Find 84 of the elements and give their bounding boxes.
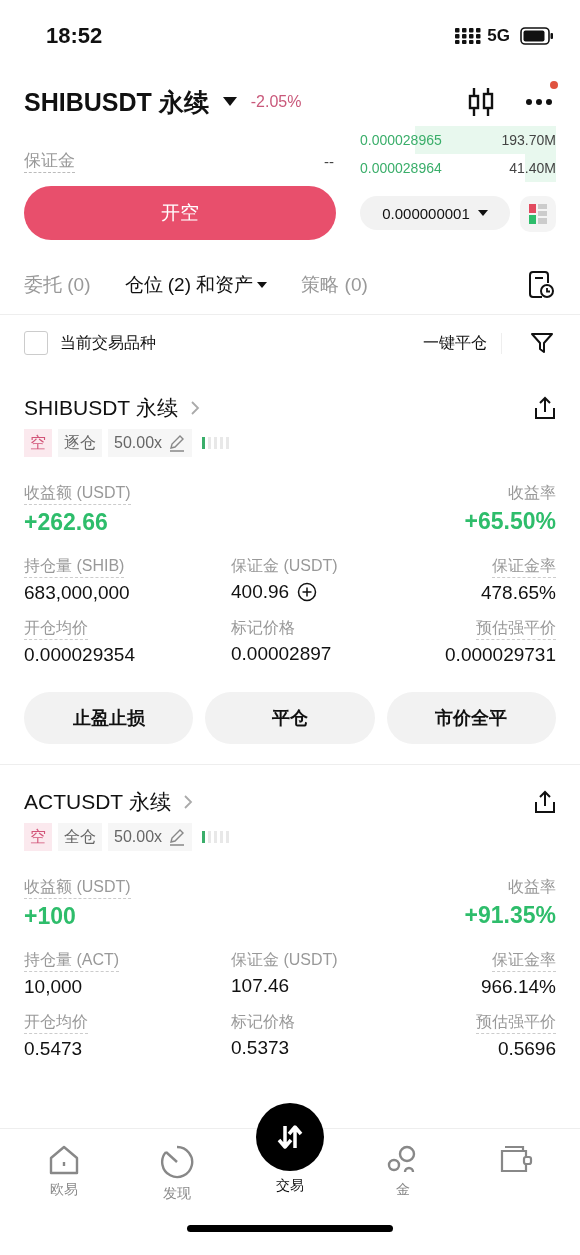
field-label: 保证金 (USDT) xyxy=(231,556,338,576)
action-button[interactable]: 市价全平 xyxy=(386,692,556,744)
nav-item[interactable]: 欧易 xyxy=(14,1129,115,1225)
signal-icon xyxy=(455,28,482,44)
pnl-label: 收益额 (USDT) xyxy=(24,483,131,505)
discover-icon xyxy=(160,1145,195,1179)
field-value: 0.5373 xyxy=(231,1037,290,1059)
field-value: 0.00002897 xyxy=(231,643,332,665)
bid-price: 0.000028964 xyxy=(360,160,442,176)
bid-amount: 41.40M xyxy=(509,160,556,176)
field-value: 10,000 xyxy=(24,976,83,998)
leverage-tag[interactable]: 50.00x xyxy=(108,429,193,457)
field-value: 966.14% xyxy=(481,976,556,998)
caret-icon xyxy=(257,281,268,289)
field-value: 0.5696 xyxy=(497,1038,556,1060)
checkbox[interactable] xyxy=(24,331,48,355)
nav-item[interactable]: 交易 xyxy=(240,1103,340,1225)
action-button[interactable]: 平仓 xyxy=(205,692,375,744)
roi-value: +65.50% xyxy=(464,508,556,535)
field-value: 683,000,000 xyxy=(24,582,130,604)
battery-icon xyxy=(520,27,554,45)
field-label: 预估强平价 xyxy=(476,1012,556,1034)
status-time: 18:52 xyxy=(46,23,104,49)
field-value: 0.000029731 xyxy=(445,644,556,666)
price-change: -2.05% xyxy=(250,93,302,111)
tab[interactable]: 仓位 (2) 和资产 xyxy=(124,272,268,298)
roi-value: +91.35% xyxy=(464,902,556,929)
open-short-button[interactable]: 开空 xyxy=(24,186,336,240)
home-icon xyxy=(48,1145,81,1175)
field-value: 107.46 xyxy=(231,975,290,997)
field-value: 478.65% xyxy=(481,582,556,604)
field-label: 持仓量 (SHIB) xyxy=(24,556,125,578)
side-tag: 空 xyxy=(24,823,52,851)
field-label: 标记价格 xyxy=(231,618,295,638)
roi-label: 收益率 xyxy=(508,877,556,897)
pnl-value: +100 xyxy=(24,903,76,930)
margin-mode-tag: 全仓 xyxy=(58,823,102,851)
filter-icon[interactable] xyxy=(530,331,554,355)
wallet-icon xyxy=(498,1145,533,1175)
share-icon[interactable] xyxy=(534,790,556,814)
position-title[interactable]: ACTUSDT 永续 xyxy=(24,788,171,816)
field-label: 标记价格 xyxy=(231,1012,295,1032)
network-label: 5G xyxy=(487,26,510,46)
layout-icon xyxy=(528,203,548,225)
field-label: 保证金率 xyxy=(492,950,556,972)
leverage-tag[interactable]: 50.00x xyxy=(108,823,193,851)
field-value: 400.96 xyxy=(231,581,290,603)
field-label: 开仓均价 xyxy=(24,618,88,640)
caret-icon[interactable] xyxy=(222,97,237,107)
bid-amount: 193.70M xyxy=(501,132,556,148)
precision-dropdown[interactable]: 0.000000001 xyxy=(360,196,510,230)
order-book-row[interactable]: 0.000028964 41.40M xyxy=(360,154,556,182)
action-button[interactable]: 止盈止损 xyxy=(24,692,194,744)
field-label: 保证金率 xyxy=(492,556,556,578)
field-value: 0.000029354 xyxy=(24,644,135,666)
share-icon[interactable] xyxy=(534,396,556,420)
field-label: 开仓均价 xyxy=(24,1012,88,1034)
bid-price: 0.000028965 xyxy=(360,132,442,148)
field-label: 持仓量 (ACT) xyxy=(24,950,120,972)
layout-toggle[interactable] xyxy=(520,196,556,232)
pnl-label: 收益额 (USDT) xyxy=(24,877,131,899)
nav-item[interactable]: 发现 xyxy=(127,1129,228,1225)
add-icon[interactable] xyxy=(297,582,318,602)
more-icon xyxy=(525,98,553,106)
margin-mode-tag: 逐仓 xyxy=(58,429,102,457)
close-all-button[interactable]: 一键平仓 xyxy=(423,332,502,354)
field-label: 保证金 (USDT) xyxy=(231,950,338,970)
order-book-row[interactable]: 0.000028965 193.70M xyxy=(360,126,556,154)
edit-icon xyxy=(168,434,187,452)
margin-value: -- xyxy=(324,152,334,170)
pnl-value: +262.66 xyxy=(24,509,108,536)
nav-item[interactable]: 金 xyxy=(352,1129,453,1225)
caret-icon xyxy=(477,209,488,217)
margin-label: 保证金 xyxy=(24,149,75,173)
candlestick-icon[interactable] xyxy=(468,87,494,117)
position-title[interactable]: SHIBUSDT 永续 xyxy=(24,394,178,422)
side-tag: 空 xyxy=(24,429,52,457)
field-label: 预估强平价 xyxy=(476,618,556,640)
checkbox-label: 当前交易品种 xyxy=(60,332,156,353)
field-value: 0.5473 xyxy=(24,1038,83,1060)
roi-label: 收益率 xyxy=(508,483,556,503)
history-icon[interactable] xyxy=(528,271,554,299)
market-symbol[interactable]: SHIBUSDT 永续 xyxy=(24,85,209,119)
edit-icon xyxy=(168,828,187,846)
